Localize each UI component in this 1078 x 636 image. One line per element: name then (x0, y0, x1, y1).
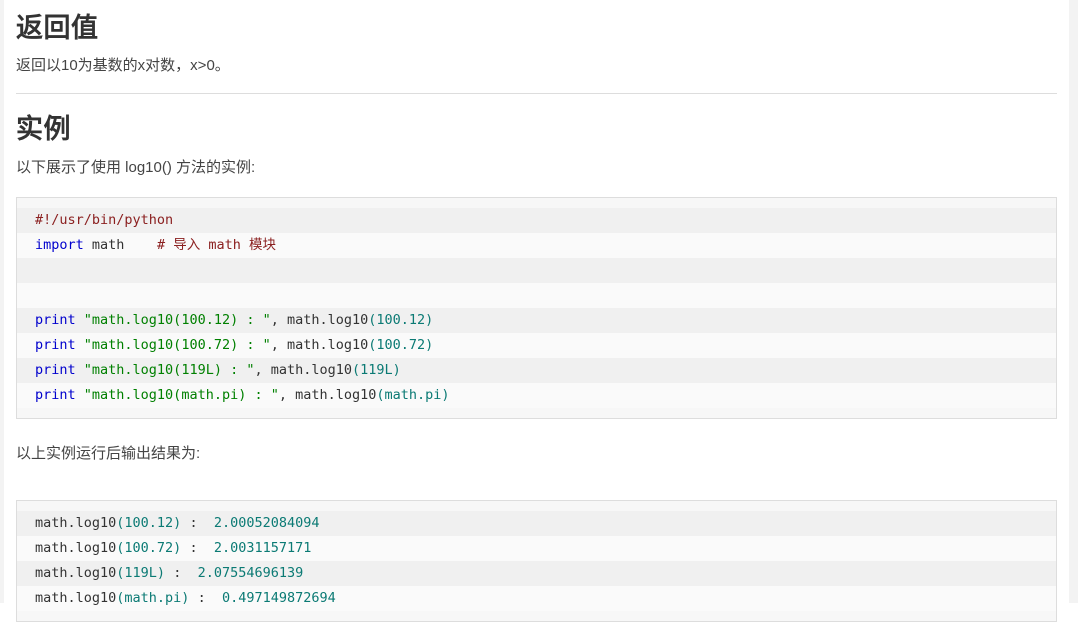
code-token-plain: math.log10 (35, 540, 117, 557)
page-title-return-value: 返回值 (16, 13, 99, 43)
code-token-out-val: 0.497149872694 (221, 590, 336, 607)
page-title-example: 实例 (16, 114, 71, 145)
code-token-punct: (100.12) (368, 311, 434, 328)
output-caption-text: 以上实例运行后输出结果为: (16, 445, 201, 463)
code-token-keyword: print (35, 336, 84, 353)
code-token-plain: , math.log10 (270, 336, 369, 353)
code-line: print "math.log10(math.pi) : ", math.log… (17, 382, 1056, 408)
code-token-plain: : (165, 565, 198, 582)
code-token-string: "math.log10(100.12) : " (83, 311, 271, 328)
code-token-plain: : (181, 515, 214, 532)
code-token-punct: (119L) (116, 565, 166, 582)
code-line: import math # 导入 math 模块 (17, 232, 1056, 258)
code-token-plain: : (181, 540, 214, 557)
code-token-punct: (100.72) (368, 336, 434, 353)
documentation-page: 返回值 返回以10为基数的x对数，x>0。 实例 以下展示了使用 log10()… (0, 0, 1078, 636)
output-code-block[interactable]: math.log10(100.12) : 2.00052084094 math.l… (16, 500, 1057, 623)
code-token-keyword: print (35, 386, 84, 403)
code-line: math.log10(100.12) : 2.00052084094 (17, 511, 1056, 537)
code-line: #!/usr/bin/python (17, 207, 1056, 233)
code-line: math.log10(100.72) : 2.0031157171 (17, 536, 1056, 562)
code-token-plain: : (189, 590, 222, 607)
code-token-string: "math.log10(100.72) : " (83, 336, 271, 353)
code-token-plain: , math.log10 (270, 311, 369, 328)
code-token-comment: #!/usr/bin/python (35, 211, 174, 228)
code-token-punct: (119L) (352, 361, 401, 378)
code-token-punct: (math.pi) (376, 386, 450, 403)
code-token-plain: math.log10 (35, 515, 117, 532)
code-token-plain: , math.log10 (254, 361, 353, 378)
code-token-keyword: import (35, 236, 84, 253)
code-token-plain: math (83, 236, 157, 253)
code-token-string: "math.log10(math.pi) : " (83, 386, 279, 403)
code-line: print "math.log10(100.12) : ", math.log1… (17, 307, 1056, 333)
code-token-comment: # 导入 math 模块 (156, 236, 276, 253)
code-line (17, 257, 1056, 283)
code-line: print "math.log10(100.72) : ", math.log1… (17, 332, 1056, 358)
code-line: print "math.log10(119L) : ", math.log10(… (17, 357, 1056, 383)
code-token-out-val: 2.0031157171 (213, 540, 312, 557)
code-token-out-val: 2.07554696139 (197, 565, 304, 582)
code-token-punct: (100.72) (116, 540, 182, 557)
code-token-punct: (math.pi) (116, 590, 190, 607)
code-token-plain: math.log10 (35, 590, 117, 607)
code-token-keyword: print (35, 361, 84, 378)
code-line: math.log10(119L) : 2.07554696139 (17, 561, 1056, 587)
code-token-string: "math.log10(119L) : " (83, 361, 255, 378)
code-token-keyword: print (35, 311, 84, 328)
code-line (17, 282, 1056, 308)
example-intro-text: 以下展示了使用 log10() 方法的实例: (16, 158, 256, 176)
example-code-block[interactable]: #!/usr/bin/python import math # 导入 math 模… (16, 196, 1057, 419)
code-token-plain: , math.log10 (278, 386, 377, 403)
code-token-punct: (100.12) (116, 515, 182, 532)
code-line: math.log10(math.pi) : 0.497149872694 (17, 586, 1056, 612)
return-value-description: 返回以10为基数的x对数，x>0。 (16, 57, 230, 75)
code-token-out-val: 2.00052084094 (213, 515, 320, 532)
code-token-plain: math.log10 (35, 565, 117, 582)
